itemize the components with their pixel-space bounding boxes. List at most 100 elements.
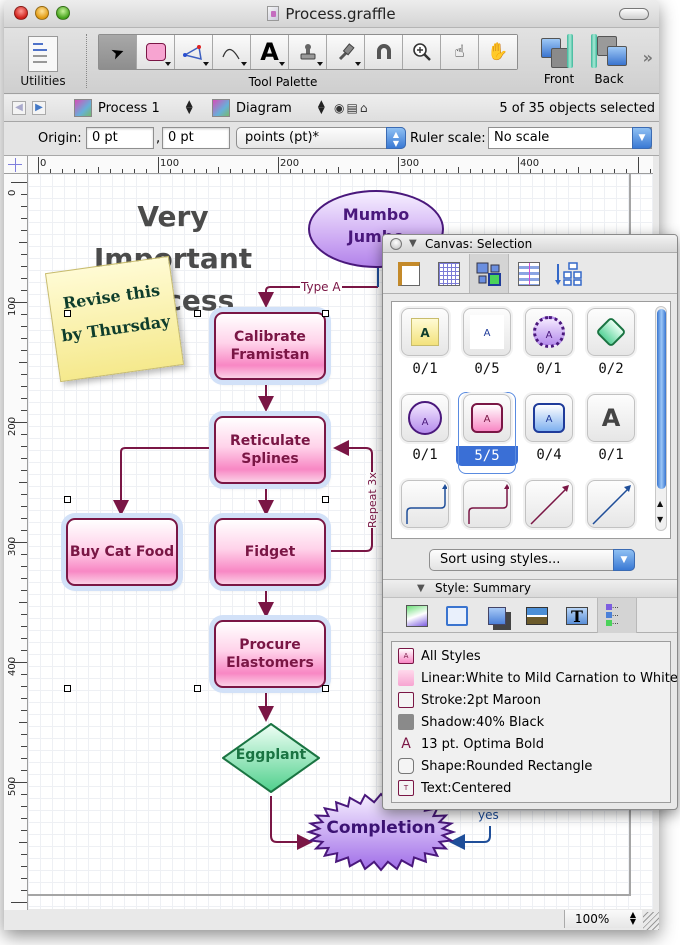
units-popup[interactable]: points (pt)* ▲ ▼ bbox=[236, 127, 406, 149]
selection-handle[interactable] bbox=[322, 685, 329, 692]
node-calibrate-framistan[interactable]: Calibrate Framistan bbox=[214, 312, 326, 380]
style-brush-tool[interactable] bbox=[327, 35, 365, 69]
title-bar[interactable]: Process.graffle bbox=[4, 0, 659, 28]
scroll-up-arrow-icon[interactable]: ▲ bbox=[657, 499, 663, 508]
selection-tool[interactable]: ➤ bbox=[99, 35, 137, 69]
disclosure-triangle-icon[interactable]: ▼ bbox=[409, 235, 417, 253]
style-section-header[interactable]: ▼ Style: Summary bbox=[383, 579, 677, 597]
style-summary-item[interactable]: Shape:Rounded Rectangle bbox=[398, 755, 670, 777]
scrollbar-thumb[interactable] bbox=[657, 309, 666, 489]
style-swatch-plain-text[interactable]: A 0/5 bbox=[460, 308, 514, 386]
text-icon: A bbox=[260, 38, 279, 66]
canvas-selector[interactable]: Process 1 ▲ ▼ bbox=[74, 99, 193, 117]
style-swatch-maroon-orthogonal-line[interactable] bbox=[460, 480, 514, 558]
resize-grip[interactable] bbox=[643, 912, 659, 930]
disclosure-triangle-icon[interactable]: ▼ bbox=[417, 580, 425, 597]
node-buy-cat-food[interactable]: Buy Cat Food bbox=[66, 518, 178, 586]
origin-y-field[interactable]: 0 pt bbox=[162, 127, 230, 149]
magnet-line-tool[interactable] bbox=[175, 35, 213, 69]
shape-tool[interactable] bbox=[137, 35, 175, 69]
tab-alignment[interactable] bbox=[509, 254, 549, 293]
bring-to-front-button[interactable]: Front bbox=[536, 32, 582, 86]
style-summary-item[interactable]: Linear:White to Mild Carnation to White bbox=[398, 667, 677, 689]
selection-handle[interactable] bbox=[194, 310, 201, 317]
selection-handle[interactable] bbox=[64, 685, 71, 692]
tab-styles[interactable] bbox=[469, 254, 509, 293]
style-swatch-maroon-straight-line[interactable] bbox=[522, 480, 576, 558]
toolbar-toggle-button[interactable] bbox=[619, 8, 649, 20]
ruler-tick bbox=[614, 169, 615, 173]
sort-styles-popup[interactable]: Sort using styles... ▼ bbox=[429, 549, 635, 571]
tab-image[interactable] bbox=[517, 598, 557, 633]
ruler-tick bbox=[21, 194, 27, 195]
style-swatch-sticky[interactable]: A 0/1 bbox=[398, 308, 452, 386]
zoom-tool[interactable] bbox=[403, 35, 441, 69]
tab-fill[interactable] bbox=[397, 598, 437, 633]
style-swatch-bold-text[interactable]: A 0/1 bbox=[584, 394, 638, 472]
selection-handle[interactable] bbox=[322, 310, 329, 317]
style-swatch-purple-burst[interactable]: A 0/1 bbox=[522, 308, 576, 386]
inspector-close-button[interactable] bbox=[390, 238, 402, 250]
style-swatch-blue-straight-line[interactable] bbox=[584, 480, 638, 558]
horizontal-ruler[interactable]: 0 100 200 300 400 bbox=[28, 156, 653, 174]
previous-canvas-button[interactable]: ◀ bbox=[12, 101, 26, 115]
utilities-button[interactable]: Utilities bbox=[12, 30, 74, 88]
node-fidget[interactable]: Fidget bbox=[214, 518, 326, 586]
style-swatch-purple-ellipse[interactable]: A 0/1 bbox=[398, 394, 452, 472]
style-summary-item[interactable]: T Text:Centered bbox=[398, 777, 670, 799]
tab-summary[interactable]: ··· ··· ··· bbox=[597, 598, 637, 633]
edge-label-type-a[interactable]: Type A bbox=[300, 280, 342, 294]
node-procure-elastomers[interactable]: Procure Elastomers bbox=[214, 620, 326, 688]
tab-lines-shapes[interactable] bbox=[437, 598, 477, 633]
origin-x-field[interactable]: 0 pt bbox=[86, 127, 154, 149]
tab-grid[interactable] bbox=[429, 254, 469, 293]
inspector-title-bar[interactable]: ▼ Canvas: Selection bbox=[383, 235, 677, 253]
sticky-note[interactable]: Revise this by Thursday bbox=[44, 255, 185, 383]
style-summary-item[interactable]: Shadow:40% Black bbox=[398, 711, 670, 733]
browse-tool[interactable]: ☝ bbox=[441, 35, 479, 69]
connector-reticulate-to-buy[interactable] bbox=[113, 447, 214, 516]
eye-icon[interactable]: ◉ bbox=[334, 101, 346, 115]
style-swatch-blue-rounded-rect[interactable]: A 0/4 bbox=[522, 394, 576, 472]
tab-shadow[interactable] bbox=[477, 598, 517, 633]
style-swatch-blue-orthogonal-line[interactable] bbox=[398, 480, 452, 558]
ruler-scale-combo[interactable]: No scale ▼ bbox=[488, 127, 652, 149]
style-swatch-pink-rounded-rect[interactable]: A 5/5 bbox=[456, 392, 518, 474]
style-summary-item[interactable]: Stroke:2pt Maroon bbox=[398, 689, 670, 711]
selection-handle[interactable] bbox=[64, 496, 71, 503]
selection-handle[interactable] bbox=[64, 310, 71, 317]
ruler-origin-corner[interactable] bbox=[4, 156, 28, 174]
vertical-ruler[interactable]: 0 100 200 300 400 500 bbox=[4, 174, 28, 910]
style-summary-item[interactable]: A All Styles bbox=[398, 645, 670, 667]
printer-icon[interactable]: ▤ bbox=[346, 101, 359, 115]
ruler-tick bbox=[182, 169, 183, 173]
style-summary-item[interactable]: A 13 pt. Optima Bold bbox=[398, 733, 670, 755]
hand-tool[interactable]: ✋ bbox=[479, 35, 517, 69]
connector-yes-to-completion[interactable] bbox=[449, 826, 491, 850]
node-reticulate-splines[interactable]: Reticulate Splines bbox=[214, 416, 326, 484]
send-to-back-button[interactable]: Back bbox=[586, 32, 632, 86]
tab-text[interactable]: T bbox=[557, 598, 597, 633]
stamp-tool[interactable] bbox=[289, 35, 327, 69]
toolbar-overflow-button[interactable]: » bbox=[643, 48, 653, 67]
utilities-icon bbox=[28, 36, 58, 72]
style-swatch-green-diamond[interactable]: 0/2 bbox=[584, 308, 638, 386]
layer-selector[interactable]: Diagram ▲ ▼ bbox=[212, 99, 325, 117]
edge-label-yes[interactable]: yes bbox=[478, 808, 499, 822]
scroll-down-arrow-icon[interactable]: ▼ bbox=[657, 515, 663, 524]
node-eggplant[interactable]: Eggplant bbox=[221, 722, 321, 794]
selection-handle[interactable] bbox=[322, 496, 329, 503]
tab-canvas-size[interactable] bbox=[389, 254, 429, 293]
ruler-tick bbox=[21, 326, 27, 327]
unlock-icon[interactable]: ⌂ bbox=[360, 101, 370, 115]
selection-handle[interactable] bbox=[194, 685, 201, 692]
text-tool[interactable]: A bbox=[251, 35, 289, 69]
connector-eggplant-to-completion[interactable] bbox=[270, 796, 313, 850]
styles-scrollbar[interactable]: ▲ ▼ bbox=[655, 306, 667, 531]
magnet-tool[interactable] bbox=[365, 35, 403, 69]
edge-label-repeat[interactable]: Repeat 3x bbox=[366, 472, 379, 528]
line-tool[interactable] bbox=[213, 35, 251, 69]
tab-diagram-layout[interactable] bbox=[549, 254, 589, 293]
next-canvas-button[interactable]: ▶ bbox=[32, 101, 46, 115]
zoom-level-popup[interactable]: 100% ▲ ▼ bbox=[564, 910, 642, 928]
